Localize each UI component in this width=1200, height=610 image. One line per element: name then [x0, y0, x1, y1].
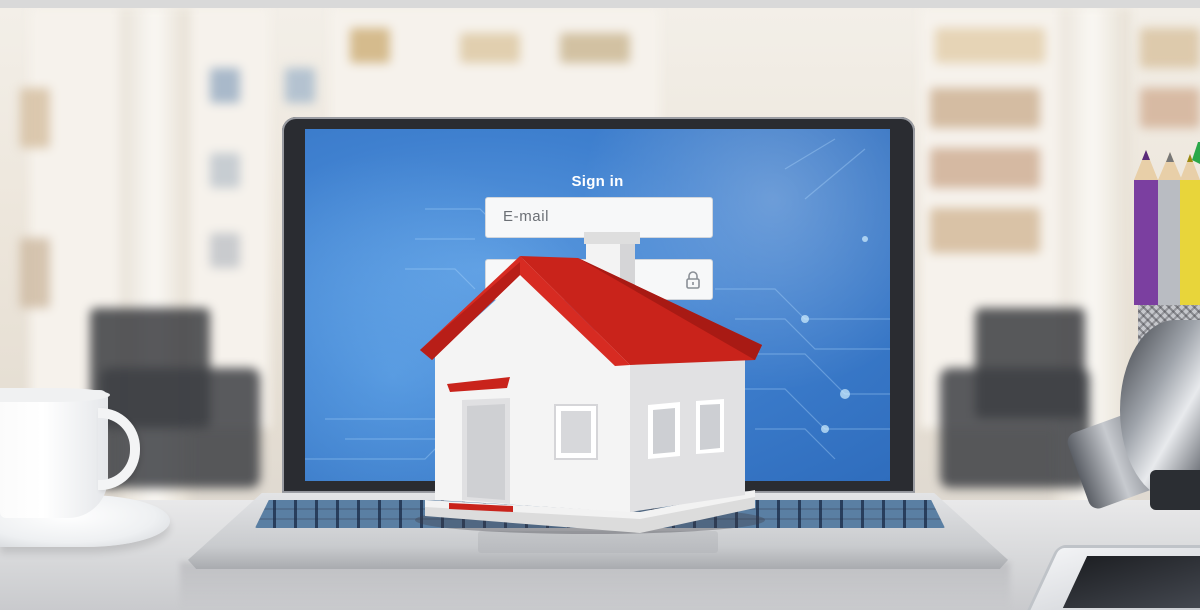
cup-rim	[0, 388, 110, 402]
scene: Sign in E-mail	[0, 0, 1200, 610]
coffee-cup	[0, 390, 108, 518]
house-model	[415, 232, 765, 534]
lamp-base	[1150, 470, 1200, 510]
pencils	[1134, 142, 1200, 305]
tablet-screen	[1062, 556, 1200, 608]
